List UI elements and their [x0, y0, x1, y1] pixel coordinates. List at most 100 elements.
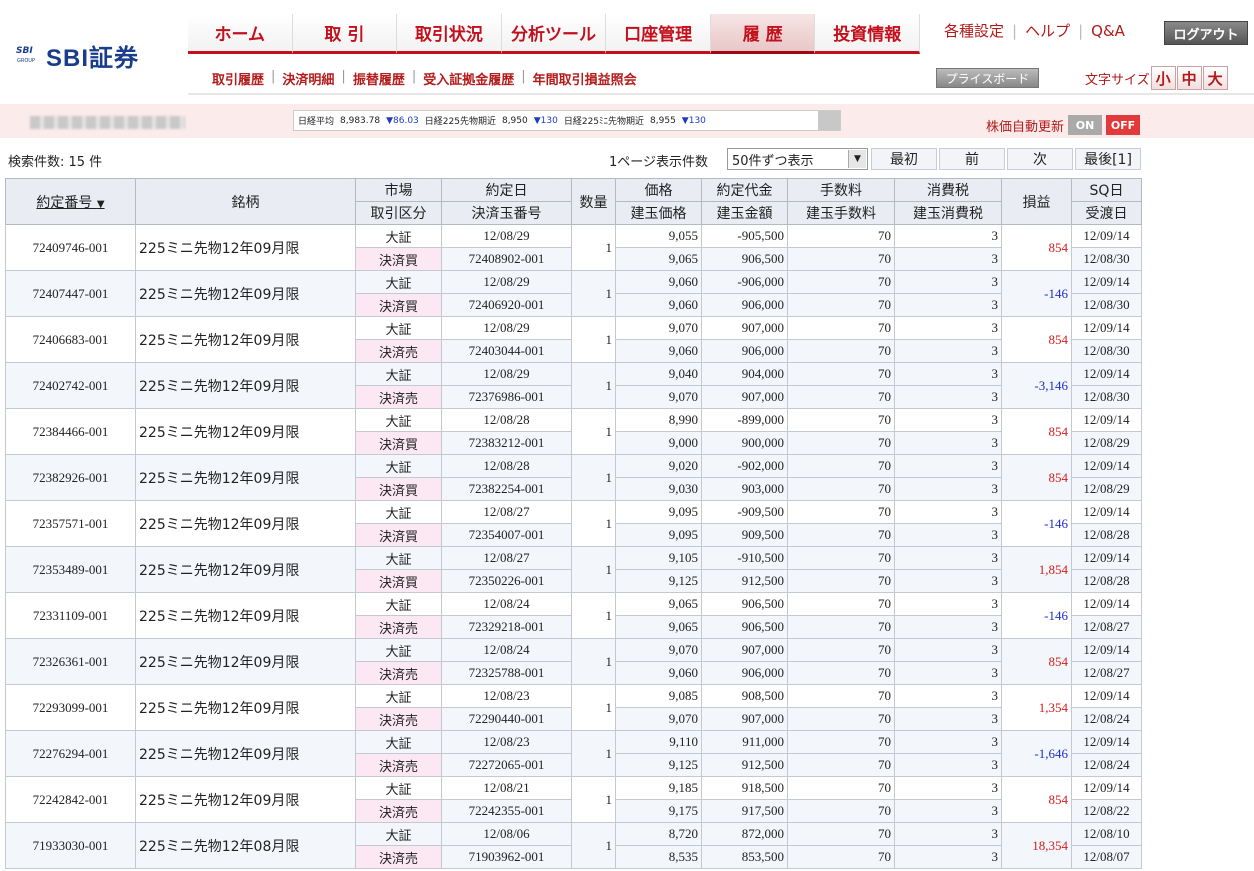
order-number-cell: 72384466-001	[5, 408, 136, 455]
subnav-settlement-details[interactable]: 決済明細	[282, 69, 334, 88]
quantity-cell: 1	[571, 270, 616, 317]
app-root: { "header": { "logo_text": "SBI証券", "log…	[0, 0, 1254, 871]
amount-cell: 918,500	[701, 776, 788, 800]
open-amount-cell: 903,000	[701, 477, 788, 501]
trade-date-cell: 12/08/24	[441, 638, 572, 662]
help-link[interactable]: ヘルプ	[1025, 20, 1070, 41]
order-number-cell: 72242842-001	[5, 776, 136, 823]
position-number-cell: 72272065-001	[441, 753, 572, 777]
logout-button[interactable]: ログアウト	[1164, 21, 1248, 45]
profit-loss-cell: -1,646	[1001, 730, 1072, 777]
open-fee-cell: 70	[787, 477, 895, 501]
fee-cell: 70	[787, 362, 895, 386]
sq-date-cell: 12/09/14	[1071, 730, 1142, 754]
open-fee-cell: 70	[787, 707, 895, 731]
tax-cell: 3	[894, 270, 1002, 294]
trade-date-cell: 12/08/28	[441, 454, 572, 478]
quantity-cell: 1	[571, 316, 616, 363]
table-body: 72409746-001 225ミニ先物12年09月限 大証 12/08/29 1 9,0…	[5, 224, 1142, 869]
quantity-cell: 1	[571, 362, 616, 409]
trade-type-cell: 決済買	[355, 431, 442, 455]
sq-date-cell: 12/09/14	[1071, 224, 1142, 248]
trade-date-cell: 12/08/21	[441, 776, 572, 800]
fee-cell: 70	[787, 316, 895, 340]
open-price-cell: 9,065	[615, 615, 702, 639]
fee-cell: 70	[787, 454, 895, 478]
per-page-select[interactable]: 50件ずつ表示 ▼	[727, 148, 868, 170]
order-number-cell: 72357571-001	[5, 500, 136, 547]
fee-cell: 70	[787, 684, 895, 708]
market-cell: 大証	[355, 638, 442, 662]
ticker-end-block	[818, 111, 840, 130]
order-number-cell: 72382926-001	[5, 454, 136, 501]
sq-date-cell: 12/09/14	[1071, 684, 1142, 708]
trade-date-cell: 12/08/28	[441, 408, 572, 432]
tax-cell: 3	[894, 730, 1002, 754]
table-row: 72406683-001 225ミニ先物12年09月限 大証 12/08/29 1 9,0…	[5, 316, 1142, 363]
sbi-group-mark-icon: SBI GROUP	[14, 44, 44, 66]
auto-update-on-button[interactable]: ON	[1068, 115, 1103, 135]
site-header: SBI GROUP SBI証券 ホーム 取 引 取引状況 分析ツール 口座管理 …	[0, 0, 1254, 100]
trade-type-cell: 決済売	[355, 753, 442, 777]
priceboard-button[interactable]: プライスボード	[936, 68, 1039, 88]
nav-tab-trade-status[interactable]: 取引状況	[397, 14, 502, 54]
position-number-cell: 72242355-001	[441, 799, 572, 823]
nav-tab-analysis-tools[interactable]: 分析ツール	[501, 14, 607, 54]
trade-date-cell: 12/08/29	[441, 270, 572, 294]
trade-type-cell: 決済売	[355, 707, 442, 731]
trade-date-cell: 12/08/24	[441, 592, 572, 616]
position-number-cell: 72403044-001	[441, 339, 572, 363]
ticker-change: ▼86.03	[386, 115, 419, 126]
ticker-label: 日経平均	[298, 117, 335, 127]
quantity-cell: 1	[571, 776, 616, 823]
next-page-button[interactable]: 次	[1007, 148, 1073, 170]
price-cell: 9,040	[615, 362, 702, 386]
position-number-cell: 72406920-001	[441, 293, 572, 317]
settings-link[interactable]: 各種設定	[944, 20, 1004, 41]
font-size-small-button[interactable]: 小	[1150, 66, 1176, 90]
trade-type-cell: 決済買	[355, 477, 442, 501]
quantity-cell: 1	[571, 500, 616, 547]
nav-tab-home[interactable]: ホーム	[188, 14, 293, 54]
trade-date-cell: 12/08/29	[441, 362, 572, 386]
sbi-logo[interactable]: SBI GROUP SBI証券	[14, 38, 139, 72]
last-page-button[interactable]: 最後[1]	[1075, 148, 1141, 170]
product-name-cell: 225ミニ先物12年09月限	[135, 408, 356, 455]
column-header-order-number[interactable]: 約定番号 ▼	[5, 178, 136, 225]
qa-link[interactable]: Q&A	[1091, 22, 1125, 40]
nav-tab-history[interactable]: 履 歴	[710, 14, 816, 54]
table-row: 72326361-001 225ミニ先物12年09月限 大証 12/08/24 1 9,0…	[5, 638, 1142, 685]
divider: |	[1078, 21, 1084, 40]
font-size-medium-button[interactable]: 中	[1176, 66, 1202, 90]
font-size-large-button[interactable]: 大	[1202, 66, 1228, 90]
market-cell: 大証	[355, 546, 442, 570]
table-row: 72407447-001 225ミニ先物12年09月限 大証 12/08/29 1 9,0…	[5, 270, 1142, 317]
open-amount-cell: 900,000	[701, 431, 788, 455]
table-row: 72384466-001 225ミニ先物12年09月限 大証 12/08/28 1 8,9…	[5, 408, 1142, 455]
open-price-cell: 9,060	[615, 293, 702, 317]
nav-tab-investment-info[interactable]: 投資情報	[815, 14, 921, 54]
subnav-annual-pl[interactable]: 年間取引損益照会	[533, 69, 637, 88]
auto-update-off-button[interactable]: OFF	[1106, 115, 1141, 135]
font-size-control: 文字サイズ 小 中 大	[1085, 66, 1228, 90]
quantity-cell: 1	[571, 224, 616, 271]
fee-cell: 70	[787, 592, 895, 616]
nav-tab-trade[interactable]: 取 引	[292, 14, 398, 54]
sq-date-cell: 12/09/14	[1071, 776, 1142, 800]
tax-cell: 3	[894, 362, 1002, 386]
subnav-margin-history[interactable]: 受入証拠金履歴	[423, 69, 514, 88]
nav-tab-account[interactable]: 口座管理	[606, 14, 711, 54]
settlement-date-cell: 12/08/30	[1071, 293, 1142, 317]
column-header-open-tax: 建玉消費税	[894, 201, 1002, 225]
tax-cell: 3	[894, 408, 1002, 432]
trade-date-cell: 12/08/23	[441, 684, 572, 708]
first-page-button[interactable]: 最初	[871, 148, 937, 170]
trade-type-cell: 決済買	[355, 293, 442, 317]
sq-date-cell: 12/09/14	[1071, 546, 1142, 570]
ticker-value: 8,983.78	[340, 115, 381, 126]
prev-page-button[interactable]: 前	[939, 148, 1005, 170]
trade-type-cell: 決済買	[355, 523, 442, 547]
price-cell: 9,105	[615, 546, 702, 570]
subnav-transfer-history[interactable]: 振替履歴	[353, 69, 405, 88]
subnav-trade-history[interactable]: 取引履歴	[212, 69, 264, 88]
